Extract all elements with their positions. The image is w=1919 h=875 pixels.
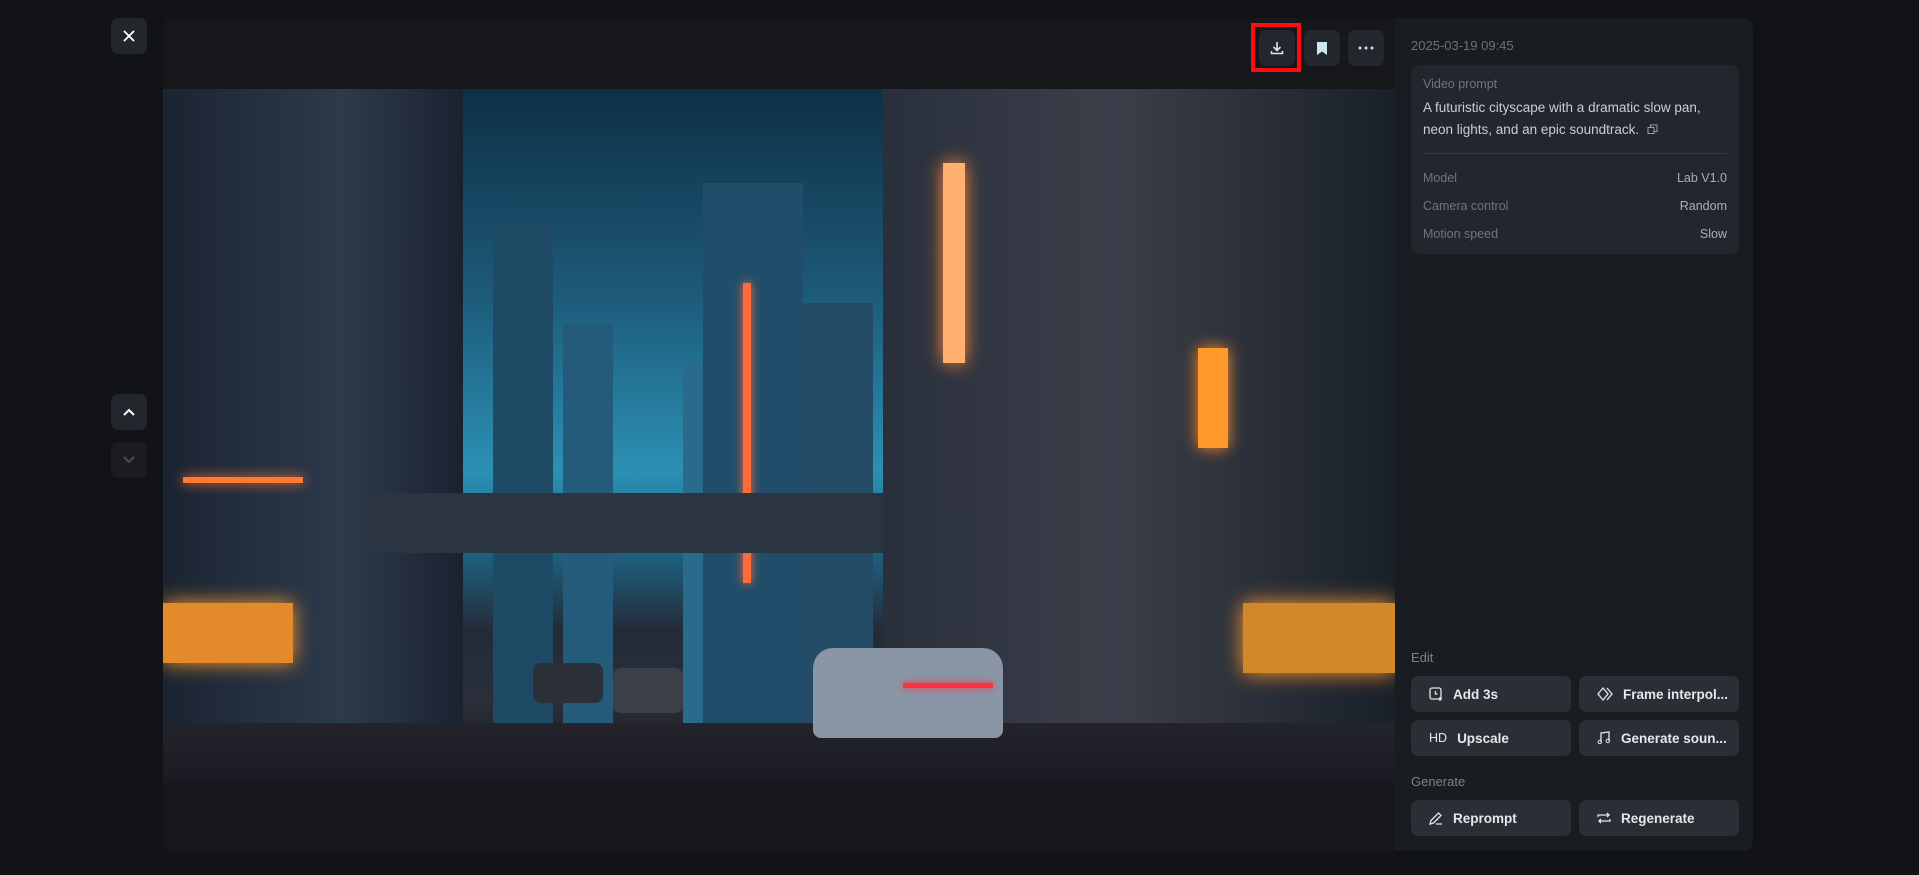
next-button[interactable] bbox=[111, 442, 147, 478]
clock-plus-icon bbox=[1429, 687, 1442, 701]
reprompt-button[interactable]: Reprompt bbox=[1411, 800, 1571, 836]
video-preview[interactable] bbox=[163, 89, 1395, 783]
music-note-icon bbox=[1597, 731, 1611, 745]
regenerate-button[interactable]: Regenerate bbox=[1579, 800, 1739, 836]
close-icon bbox=[123, 30, 135, 42]
chevron-down-icon bbox=[123, 456, 135, 464]
divider bbox=[1423, 153, 1727, 154]
prop-camera-control: Camera control Random bbox=[1423, 199, 1727, 213]
prompt-text: A futuristic cityscape with a dramatic s… bbox=[1423, 100, 1701, 137]
generate-sound-button[interactable]: Generate soun... bbox=[1579, 720, 1739, 756]
bookmark-icon bbox=[1317, 41, 1327, 55]
chevron-up-icon bbox=[123, 408, 135, 416]
previous-button[interactable] bbox=[111, 394, 147, 430]
details-panel: 2025-03-19 09:45 Video prompt A futurist… bbox=[1395, 18, 1753, 851]
highlight-box bbox=[1251, 23, 1301, 72]
repeat-icon bbox=[1597, 812, 1611, 824]
upscale-button[interactable]: HD Upscale bbox=[1411, 720, 1571, 756]
frame-interpolation-button[interactable]: Frame interpol... bbox=[1579, 676, 1739, 712]
bookmark-button[interactable] bbox=[1304, 30, 1340, 66]
frame-interpolation-icon bbox=[1597, 687, 1613, 701]
more-icon bbox=[1358, 46, 1374, 50]
edit-section-title: Edit bbox=[1411, 650, 1434, 665]
prop-model: Model Lab V1.0 bbox=[1423, 171, 1727, 185]
pencil-icon bbox=[1429, 812, 1442, 825]
close-button[interactable] bbox=[111, 18, 147, 54]
timestamp: 2025-03-19 09:45 bbox=[1411, 38, 1514, 53]
add-3s-button[interactable]: Add 3s bbox=[1411, 676, 1571, 712]
generate-section-title: Generate bbox=[1411, 774, 1466, 789]
copy-icon[interactable] bbox=[1647, 124, 1658, 135]
hd-icon: HD bbox=[1429, 731, 1448, 745]
prompt-label: Video prompt bbox=[1423, 77, 1498, 91]
prop-motion-speed: Motion speed Slow bbox=[1423, 227, 1727, 241]
prompt-card: Video prompt A futuristic cityscape with… bbox=[1411, 65, 1739, 254]
more-button[interactable] bbox=[1348, 30, 1384, 66]
